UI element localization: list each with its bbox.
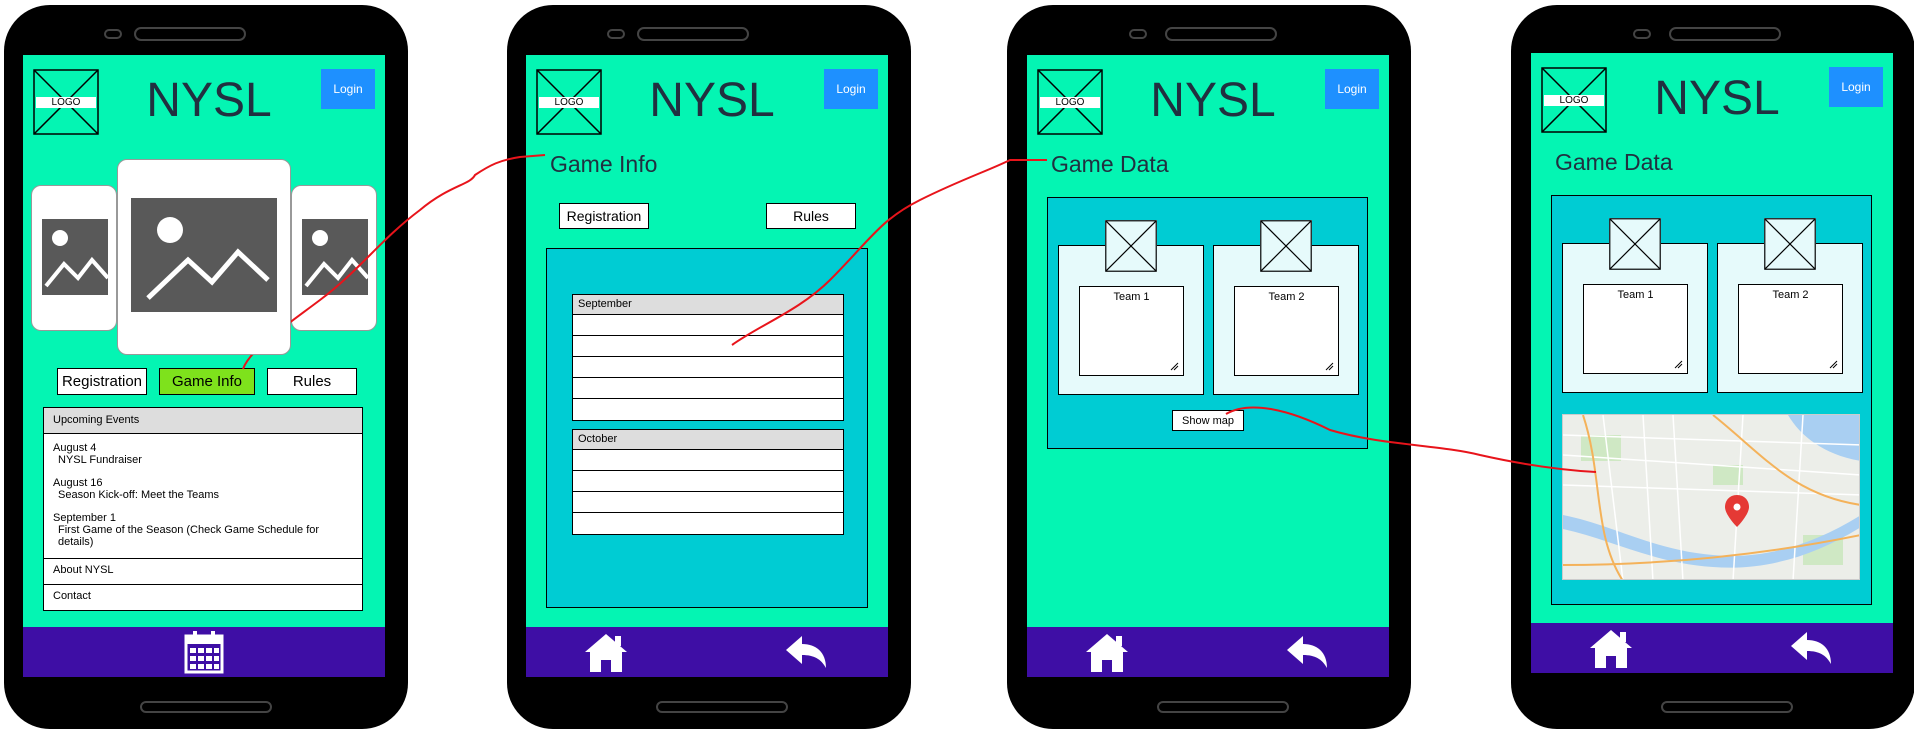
image-placeholder-icon [131, 198, 277, 312]
flow-connectors [242, 154, 1597, 473]
carousel-image-main[interactable] [117, 159, 291, 355]
flow-line-show-map [1225, 406, 1597, 473]
flow-line-game-data [731, 159, 1047, 346]
